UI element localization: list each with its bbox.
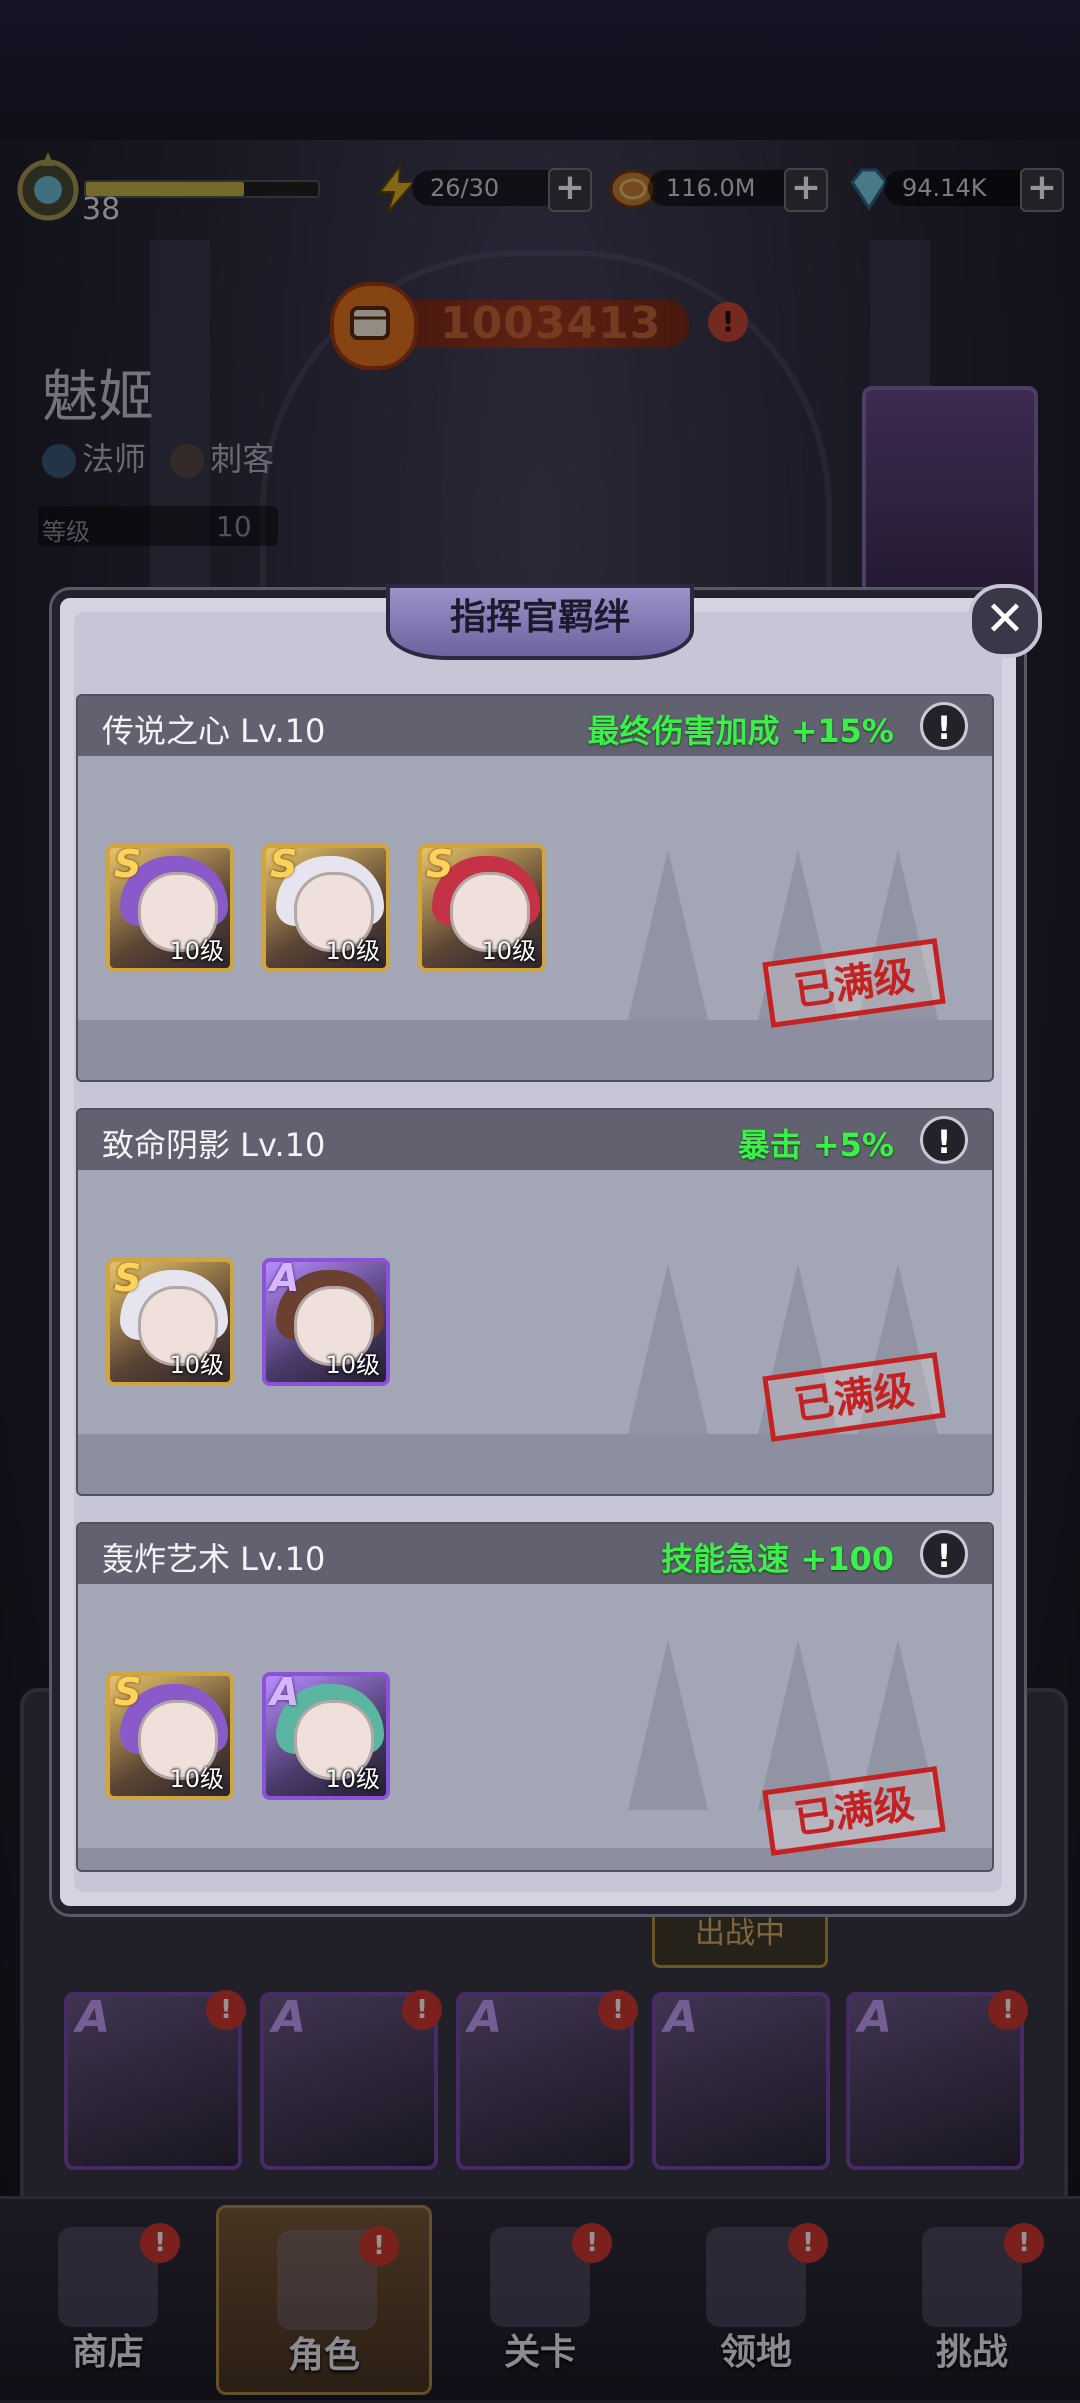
bond-name: 致命阴影 Lv.10 <box>102 1126 326 1164</box>
info-button[interactable]: ! <box>920 702 968 750</box>
rank-label: S <box>270 844 298 886</box>
bond-effect: 技能急速 +100 <box>661 1540 894 1578</box>
hero-portrait[interactable]: S 10级 <box>106 844 234 972</box>
bond-floor <box>78 1434 992 1494</box>
bond-panel: 致命阴影 Lv.10 暴击 +5% ! S 10级 A 10级 已满级 <box>76 1108 994 1496</box>
hero-portrait[interactable]: S 10级 <box>106 1258 234 1386</box>
rank-label: S <box>114 1672 142 1714</box>
hero-level: 10级 <box>169 1351 224 1379</box>
background-tree <box>628 850 708 1020</box>
hero-level: 10级 <box>169 1765 224 1793</box>
bond-floor <box>78 1848 992 1870</box>
hero-portrait[interactable]: S 10级 <box>262 844 390 972</box>
bond-effect: 最终伤害加成 +15% <box>587 712 894 750</box>
info-button[interactable]: ! <box>920 1530 968 1578</box>
info-button[interactable]: ! <box>920 1116 968 1164</box>
bond-name: 轰炸艺术 Lv.10 <box>102 1540 326 1578</box>
bond-panel: 传说之心 Lv.10 最终伤害加成 +15% ! S 10级 S 10级 S 1… <box>76 694 994 1082</box>
hero-level: 10级 <box>325 1765 380 1793</box>
hero-level: 10级 <box>325 937 380 965</box>
bond-header: 传说之心 Lv.10 最终伤害加成 +15% ! <box>78 696 992 756</box>
hero-portrait[interactable]: S 10级 <box>418 844 546 972</box>
close-button[interactable]: ✕ <box>968 584 1042 658</box>
rank-label: A <box>270 1258 300 1300</box>
rank-label: S <box>114 844 142 886</box>
rank-label: S <box>426 844 454 886</box>
background-tree <box>628 1640 708 1810</box>
hero-portrait[interactable]: S 10级 <box>106 1672 234 1800</box>
modal-title: 指挥官羁绊 <box>386 584 694 660</box>
bond-name: 传说之心 Lv.10 <box>102 712 326 750</box>
rank-label: A <box>270 1672 300 1714</box>
bond-panel: 轰炸艺术 Lv.10 技能急速 +100 ! S 10级 A 10级 已满级 <box>76 1522 994 1872</box>
hero-level: 10级 <box>325 1351 380 1379</box>
hero-level: 10级 <box>481 937 536 965</box>
rank-label: S <box>114 1258 142 1300</box>
hero-portrait[interactable]: A 10级 <box>262 1672 390 1800</box>
bond-floor <box>78 1020 992 1080</box>
hero-level: 10级 <box>169 937 224 965</box>
bond-effect: 暴击 +5% <box>737 1126 894 1164</box>
bond-header: 致命阴影 Lv.10 暴击 +5% ! <box>78 1110 992 1170</box>
background-tree <box>628 1264 708 1434</box>
bond-header: 轰炸艺术 Lv.10 技能急速 +100 ! <box>78 1524 992 1584</box>
hero-portrait[interactable]: A 10级 <box>262 1258 390 1386</box>
